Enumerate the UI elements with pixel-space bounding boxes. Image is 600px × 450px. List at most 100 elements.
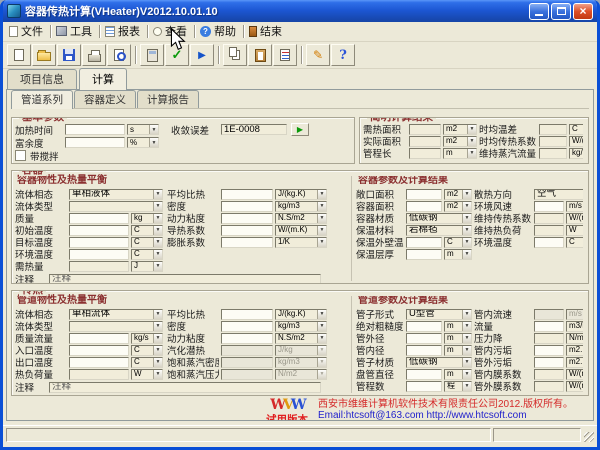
field-input[interactable] — [69, 345, 129, 356]
save-button[interactable] — [57, 44, 81, 66]
field-input[interactable] — [539, 136, 567, 147]
field-input[interactable] — [406, 189, 442, 200]
field-input[interactable] — [69, 357, 129, 368]
field-input[interactable] — [534, 381, 564, 392]
field-select[interactable]: 岩棉毡▼ — [406, 225, 472, 236]
field-input[interactable] — [409, 148, 441, 159]
field-input[interactable] — [221, 213, 273, 224]
menu-item-help[interactable]: 帮助 — [197, 22, 242, 41]
field-input[interactable] — [534, 201, 564, 212]
field-input[interactable] — [69, 249, 129, 260]
unit-select[interactable]: kg/m3▼ — [275, 321, 327, 332]
unit-select[interactable]: kg▼ — [131, 213, 163, 224]
report-button[interactable] — [273, 44, 297, 66]
unit-select[interactable]: m2▼ — [443, 136, 477, 147]
unit-select[interactable]: W▼ — [566, 225, 583, 236]
calculator-button[interactable] — [140, 44, 164, 66]
unit-select[interactable]: C▼ — [569, 124, 583, 135]
unit-select[interactable]: W/(m2.K)▼ — [566, 381, 583, 392]
unit-select[interactable]: C▼ — [131, 237, 163, 248]
field-input[interactable] — [69, 261, 129, 272]
run-calculation-button[interactable]: ▶ — [291, 123, 309, 136]
field-input[interactable] — [539, 148, 567, 159]
field-select[interactable]: 单相流体▼ — [69, 309, 163, 320]
menu-item-report[interactable]: 报表 — [102, 22, 146, 41]
unit-select[interactable]: C▼ — [444, 237, 472, 248]
menu-item-tools[interactable]: 工具 — [53, 22, 98, 41]
unit-select[interactable]: kg/m3▼ — [275, 201, 327, 212]
unit-select[interactable]: C▼ — [131, 345, 163, 356]
field-input[interactable] — [69, 213, 129, 224]
field-input[interactable] — [221, 237, 273, 248]
menu-item-file[interactable]: 文件 — [6, 22, 49, 41]
unit-select[interactable]: m▼ — [444, 321, 472, 332]
unit-select[interactable]: 程▼ — [444, 381, 472, 392]
field-input[interactable] — [221, 333, 273, 344]
field-input[interactable] — [69, 333, 129, 344]
unit-select[interactable]: m/s▼ — [566, 201, 583, 212]
note-input[interactable]: 注释 — [49, 382, 321, 393]
field-select[interactable]: ▼ — [69, 321, 163, 332]
field-input[interactable] — [221, 189, 273, 200]
unit-select[interactable]: N/m2▼ — [566, 333, 583, 344]
unit-select[interactable]: 1/K▼ — [275, 237, 327, 248]
field-select[interactable]: 单相液体▼ — [69, 189, 163, 200]
unit-select[interactable]: C▼ — [131, 357, 163, 368]
field-input[interactable] — [534, 213, 564, 224]
field-input[interactable] — [406, 333, 442, 344]
unit-select[interactable]: C▼ — [131, 249, 163, 260]
field-input[interactable] — [221, 321, 273, 332]
unit-select[interactable]: m▼ — [444, 333, 472, 344]
tab-calc-report[interactable]: 计算报告 — [137, 90, 199, 108]
field-input[interactable] — [409, 136, 441, 147]
unit-select[interactable]: J/(kg.K)▼ — [275, 189, 327, 200]
field-input[interactable] — [534, 345, 564, 356]
field-input[interactable] — [406, 237, 442, 248]
unit-select[interactable]: m2.K/W▼ — [566, 345, 583, 356]
field-input[interactable] — [534, 357, 564, 368]
maximize-button[interactable] — [551, 3, 571, 20]
unit-select[interactable]: W/(m2.K)▼ — [569, 136, 583, 147]
field-select[interactable]: 低碳钢▼ — [406, 213, 472, 224]
field-input[interactable] — [69, 225, 129, 236]
unit-select[interactable]: m▼ — [444, 249, 472, 260]
field-input[interactable] — [406, 321, 442, 332]
unit-select[interactable]: m3/h▼ — [566, 321, 583, 332]
tab-calc[interactable]: 计算 — [79, 68, 127, 90]
close-button[interactable]: × — [573, 3, 593, 20]
tab-vessel-define[interactable]: 容器定义 — [74, 90, 136, 108]
field-input[interactable] — [406, 201, 442, 212]
unit-select[interactable]: N.S/m2▼ — [275, 213, 327, 224]
tab-project-info[interactable]: 项目信息 — [7, 69, 77, 89]
help-button[interactable]: ? — [331, 44, 355, 66]
run-button[interactable]: ▶ — [190, 44, 214, 66]
margin-input[interactable] — [65, 137, 125, 148]
field-input[interactable] — [539, 124, 567, 135]
resize-grip[interactable] — [582, 427, 595, 443]
unit-select[interactable]: m2▼ — [443, 124, 477, 135]
copy-button[interactable] — [223, 44, 247, 66]
unit-select[interactable]: C▼ — [131, 225, 163, 236]
heating-time-input[interactable] — [65, 124, 125, 135]
print-preview-button[interactable] — [107, 44, 131, 66]
unit-select[interactable]: m▼ — [444, 345, 472, 356]
field-select[interactable]: ▼ — [69, 201, 163, 212]
open-folder-button[interactable] — [32, 44, 56, 66]
unit-select[interactable]: %▼ — [127, 137, 159, 148]
field-select[interactable]: U型管▼ — [406, 309, 472, 320]
field-input[interactable] — [69, 237, 129, 248]
unit-select[interactable]: W/(m2.K)▼ — [566, 369, 583, 380]
unit-select[interactable]: m▼ — [444, 369, 472, 380]
edit-pen-button[interactable]: ✎ — [306, 44, 330, 66]
unit-select[interactable]: kg/s▼ — [131, 333, 163, 344]
menu-item-exit[interactable]: 结束 — [246, 22, 288, 41]
unit-select[interactable]: m2▼ — [444, 201, 472, 212]
unit-select[interactable]: N.S/m2▼ — [275, 333, 327, 344]
field-input[interactable] — [406, 249, 442, 260]
new-document-button[interactable] — [7, 44, 31, 66]
unit-select[interactable]: J▼ — [131, 261, 163, 272]
field-input[interactable] — [406, 369, 442, 380]
unit-select[interactable]: W▼ — [131, 369, 163, 380]
agitator-checkbox[interactable] — [15, 150, 26, 161]
field-input[interactable] — [406, 345, 442, 356]
